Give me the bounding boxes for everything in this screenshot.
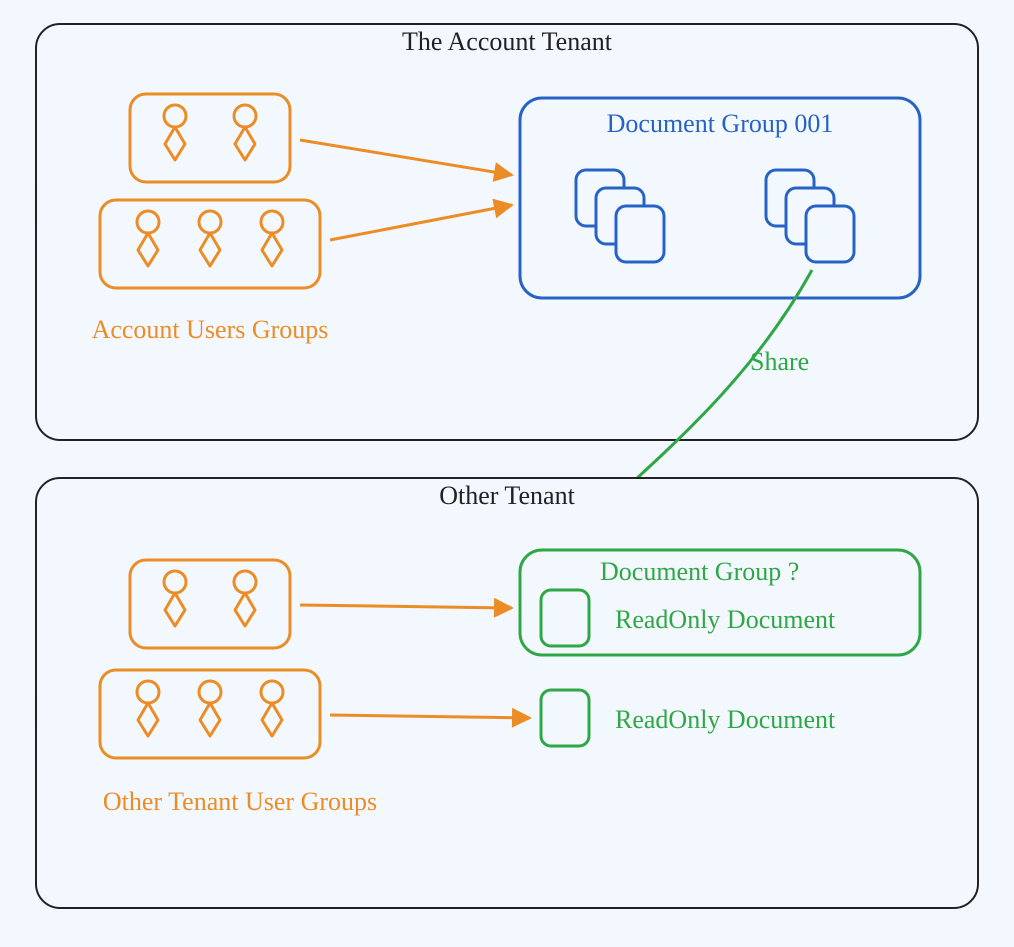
account-document-group-title: Document Group 001 <box>607 109 834 138</box>
other-tenant-title: Other Tenant <box>439 481 575 510</box>
other-tenant-panel: Other Tenant Other Tenant User Groups Do… <box>36 478 978 908</box>
account-users-groups-label: Account Users Groups <box>92 315 329 344</box>
readonly-doc-label-1: ReadOnly Document <box>615 605 836 634</box>
share-label: Share <box>750 347 809 376</box>
account-document-group: Document Group 001 <box>520 98 920 298</box>
document-icon <box>616 206 664 262</box>
account-tenant-panel: The Account Tenant Account Users Groups … <box>36 24 978 440</box>
document-icon <box>541 690 589 746</box>
readonly-doc-label-2: ReadOnly Document <box>615 705 836 734</box>
account-tenant-title: The Account Tenant <box>402 27 613 56</box>
other-users-groups-label: Other Tenant User Groups <box>103 787 377 816</box>
other-document-group-title: Document Group ? <box>600 557 799 586</box>
document-icon <box>541 590 589 646</box>
document-icon <box>806 206 854 262</box>
